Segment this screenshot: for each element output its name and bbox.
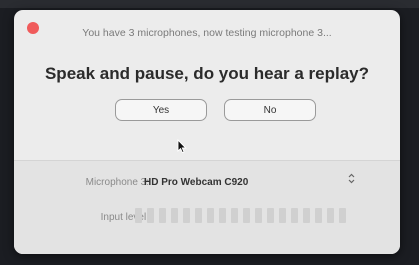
level-segment (219, 208, 226, 223)
level-segment (159, 208, 166, 223)
level-segment (279, 208, 286, 223)
level-segment (327, 208, 334, 223)
level-segment (183, 208, 190, 223)
level-segment (171, 208, 178, 223)
level-segment (255, 208, 262, 223)
settings-section (14, 160, 400, 254)
level-segment (147, 208, 154, 223)
dialog-question: Speak and pause, do you hear a replay? (44, 64, 370, 83)
level-segment (339, 208, 346, 223)
level-segment (315, 208, 322, 223)
level-segment (195, 208, 202, 223)
level-segment (231, 208, 238, 223)
select-chevron-icon[interactable] (348, 173, 355, 187)
backdrop (0, 0, 419, 8)
microphone-select[interactable]: HD Pro Webcam C920 (144, 177, 248, 188)
level-segment (207, 208, 214, 223)
level-segment (303, 208, 310, 223)
no-button[interactable]: No (224, 99, 316, 121)
level-segment (267, 208, 274, 223)
yes-button[interactable]: Yes (115, 99, 207, 121)
level-segment (291, 208, 298, 223)
input-level-meter (135, 208, 346, 223)
level-segment (135, 208, 142, 223)
microphone-label: Microphone 3: (85, 177, 149, 188)
level-segment (243, 208, 250, 223)
dialog-subtitle: You have 3 microphones, now testing micr… (82, 27, 332, 39)
pointer-cursor-icon (177, 138, 187, 159)
